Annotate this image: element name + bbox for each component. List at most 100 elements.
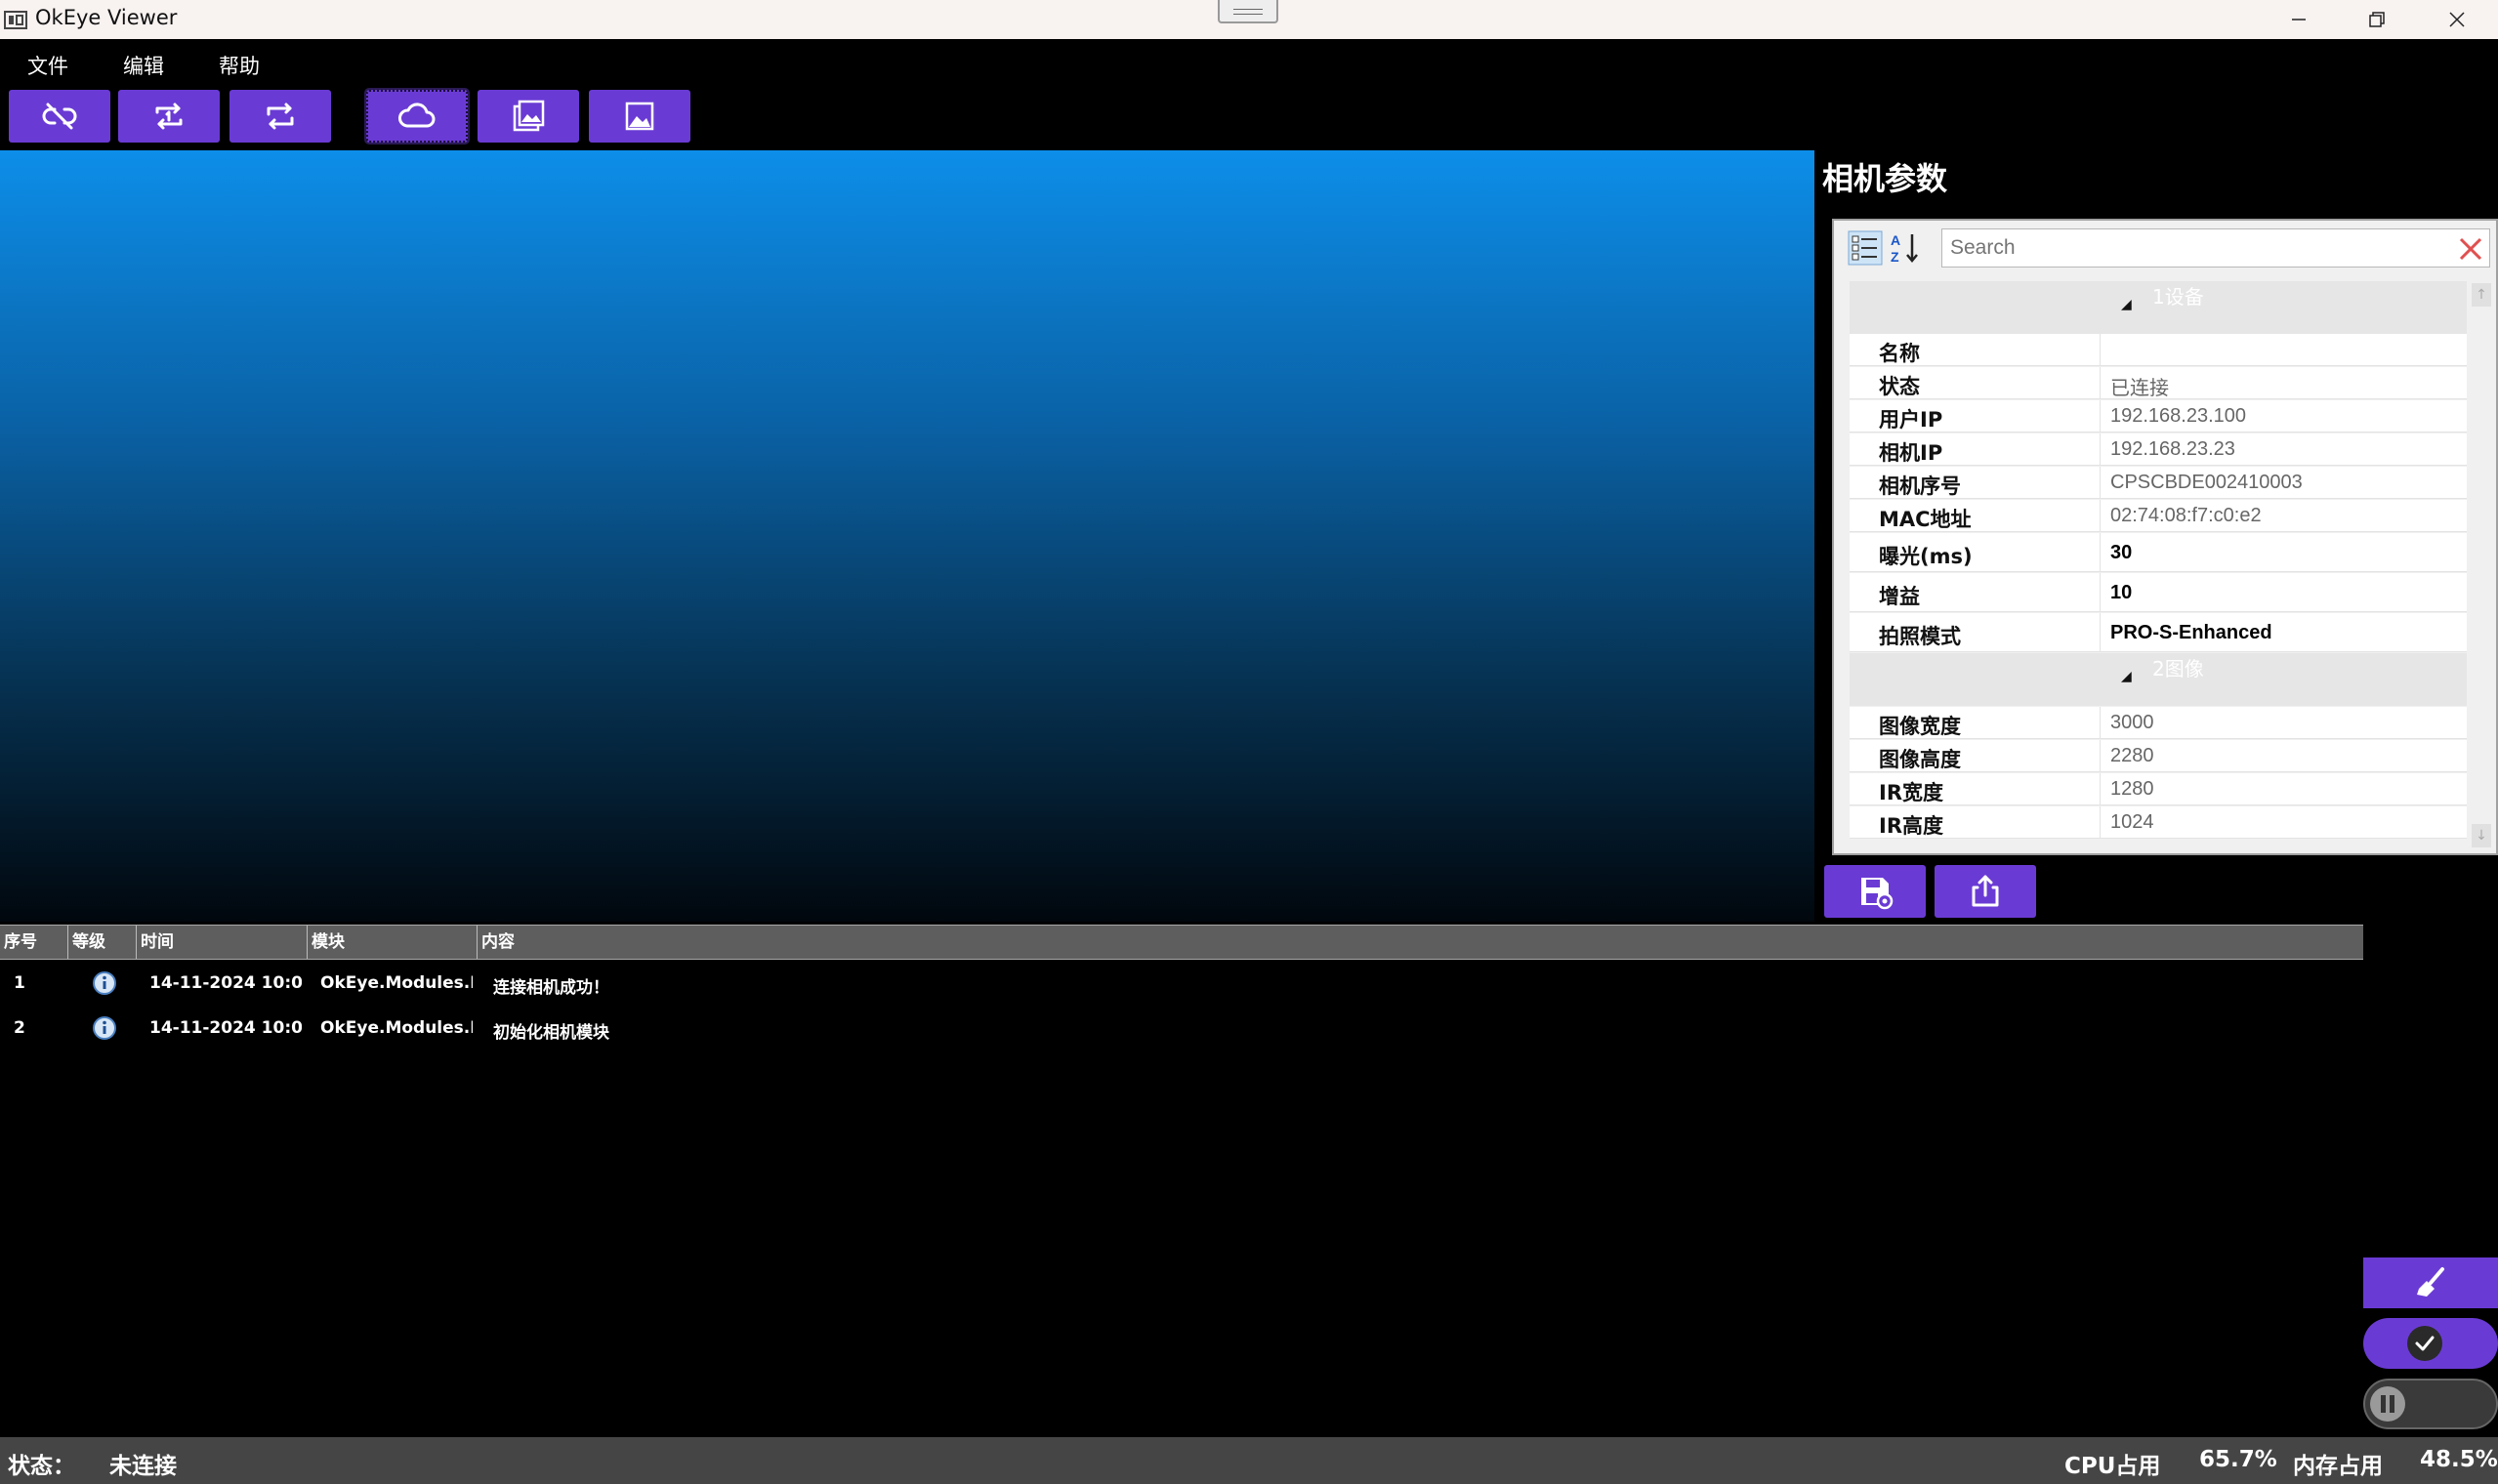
log-time: 14-11-2024 10:06:2 bbox=[149, 973, 302, 993]
property-row[interactable]: 名称 bbox=[1850, 334, 2467, 366]
memory-label: 内存占用 bbox=[2293, 1454, 2383, 1479]
image-button[interactable] bbox=[589, 90, 690, 143]
exposure-value[interactable]: 30 bbox=[2100, 533, 2467, 571]
app-icon bbox=[4, 11, 27, 29]
export-icon bbox=[1972, 875, 1999, 907]
search-box[interactable] bbox=[1941, 228, 2490, 268]
continuous-capture-button[interactable] bbox=[229, 90, 331, 143]
vertical-scrollbar[interactable]: ↑ ↓ bbox=[2467, 281, 2496, 853]
scroll-up-icon[interactable]: ↑ bbox=[2472, 283, 2491, 307]
check-icon bbox=[2407, 1326, 2442, 1361]
status-bar: 状态： 未连接 CPU占用 65.7% 内存占用 48.5% bbox=[0, 1437, 2498, 1484]
close-icon bbox=[2449, 12, 2465, 27]
property-value[interactable] bbox=[2100, 334, 2467, 365]
log-content: 初始化相机模块 bbox=[493, 1023, 609, 1043]
property-name: 拍照模式 bbox=[1879, 625, 1961, 648]
close-button[interactable] bbox=[2418, 0, 2496, 39]
window-drag-handle[interactable] bbox=[1218, 0, 1278, 23]
pause-icon bbox=[2370, 1386, 2405, 1422]
property-row[interactable]: 图像宽度 3000 bbox=[1850, 707, 2467, 739]
property-name: 相机序号 bbox=[1879, 474, 1961, 498]
property-row[interactable]: 增益 10 bbox=[1850, 573, 2467, 612]
continuous-capture-icon bbox=[267, 103, 294, 130]
property-grid: A Z ◢ 1设备 名称 状态 已连接 用户IP 192.168.23.100 相机… bbox=[1832, 219, 2498, 855]
cloud-icon bbox=[398, 103, 436, 128]
minimize-icon bbox=[2292, 19, 2306, 21]
property-row[interactable]: IR宽度 1280 bbox=[1850, 773, 2467, 805]
property-value: 1024 bbox=[2100, 806, 2467, 838]
panel-title: 相机参数 bbox=[1822, 160, 1948, 197]
log-row[interactable]: 1 14-11-2024 10:06:2 OkEye.Modules.Mo 连接… bbox=[0, 962, 2363, 1005]
menu-edit[interactable]: 编辑 bbox=[123, 51, 164, 80]
auto-scroll-toggle[interactable] bbox=[2363, 1318, 2498, 1369]
log-module: OkEye.Modules.Mo bbox=[320, 1018, 473, 1038]
log-index: 2 bbox=[14, 1018, 25, 1038]
restore-icon bbox=[2369, 12, 2385, 27]
gain-value[interactable]: 10 bbox=[2100, 573, 2467, 611]
property-value: 已连接 bbox=[2100, 367, 2467, 399]
property-row[interactable]: 拍照模式 PRO-S-Enhanced bbox=[1850, 613, 2467, 652]
image-gallery-icon bbox=[513, 100, 545, 132]
single-capture-button[interactable] bbox=[118, 90, 220, 143]
disconnect-button[interactable] bbox=[9, 90, 110, 143]
property-value: 2280 bbox=[2100, 740, 2467, 771]
clear-search-icon[interactable] bbox=[2458, 236, 2483, 262]
property-row[interactable]: 状态 已连接 bbox=[1850, 367, 2467, 399]
property-name: 图像高度 bbox=[1879, 748, 1961, 771]
property-name: 用户IP bbox=[1879, 408, 1943, 432]
column-header-content[interactable]: 内容 bbox=[478, 926, 2363, 959]
collapse-triangle-icon[interactable]: ◢ bbox=[2121, 669, 2132, 684]
pause-toggle[interactable] bbox=[2363, 1379, 2498, 1429]
connection-status: 未连接 bbox=[109, 1454, 177, 1479]
restore-button[interactable] bbox=[2338, 0, 2416, 39]
property-row[interactable]: MAC地址 02:74:08:f7:c0:e2 bbox=[1850, 500, 2467, 532]
log-module: OkEye.Modules.Mo bbox=[320, 973, 473, 993]
camera-view[interactable] bbox=[0, 150, 1814, 922]
category-label: 2图像 bbox=[2152, 657, 2204, 680]
column-header-level[interactable]: 等级 bbox=[68, 926, 137, 959]
menu-file[interactable]: 文件 bbox=[27, 51, 68, 80]
save-settings-button[interactable] bbox=[1824, 865, 1926, 918]
sort-alphabetical-icon[interactable]: A Z bbox=[1889, 230, 1924, 266]
property-name: 增益 bbox=[1879, 585, 1920, 608]
column-header-module[interactable]: 模块 bbox=[308, 926, 478, 959]
capture-mode-value[interactable]: PRO-S-Enhanced bbox=[2100, 613, 2467, 651]
property-row[interactable]: 相机IP 192.168.23.23 bbox=[1850, 433, 2467, 466]
property-row[interactable]: 图像高度 2280 bbox=[1850, 740, 2467, 772]
property-row[interactable]: 相机序号 CPSCBDE002410003 bbox=[1850, 467, 2467, 499]
property-row[interactable]: 用户IP 192.168.23.100 bbox=[1850, 400, 2467, 433]
property-name: 图像宽度 bbox=[1879, 715, 1961, 738]
image-gallery-button[interactable] bbox=[478, 90, 579, 143]
property-name: 曝光(ms) bbox=[1879, 545, 1973, 568]
column-header-index[interactable]: 序号 bbox=[0, 926, 68, 959]
property-row[interactable]: 曝光(ms) 30 bbox=[1850, 533, 2467, 572]
scroll-down-icon[interactable]: ↓ bbox=[2472, 824, 2491, 847]
clear-log-button[interactable] bbox=[2363, 1257, 2498, 1308]
collapse-triangle-icon[interactable]: ◢ bbox=[2121, 297, 2132, 312]
window-title: OkEye Viewer bbox=[35, 6, 178, 29]
property-name: IR宽度 bbox=[1879, 781, 1943, 804]
property-value: 02:74:08:f7:c0:e2 bbox=[2100, 500, 2467, 531]
category-device[interactable]: ◢ 1设备 bbox=[1850, 281, 2467, 334]
single-capture-icon bbox=[155, 103, 183, 130]
info-icon bbox=[93, 1016, 116, 1040]
category-image[interactable]: ◢ 2图像 bbox=[1850, 653, 2467, 706]
info-icon bbox=[93, 971, 116, 995]
categorized-view-icon[interactable] bbox=[1848, 230, 1883, 266]
property-row[interactable]: IR高度 1024 bbox=[1850, 806, 2467, 839]
category-label: 1设备 bbox=[2152, 285, 2204, 309]
property-grid-toolbar: A Z bbox=[1834, 221, 2496, 281]
property-value: 3000 bbox=[2100, 707, 2467, 738]
minimize-button[interactable] bbox=[2260, 0, 2338, 39]
property-value: 1280 bbox=[2100, 773, 2467, 804]
search-input[interactable] bbox=[1942, 229, 2421, 267]
broom-icon bbox=[2417, 1267, 2444, 1297]
cloud-button[interactable] bbox=[364, 88, 470, 144]
column-header-time[interactable]: 时间 bbox=[137, 926, 308, 959]
property-name: IR高度 bbox=[1879, 814, 1943, 838]
log-row[interactable]: 2 14-11-2024 10:06:2 OkEye.Modules.Mo 初始… bbox=[0, 1007, 2363, 1050]
export-button[interactable] bbox=[1935, 865, 2036, 918]
status-label: 状态： bbox=[8, 1454, 75, 1479]
property-value: CPSCBDE002410003 bbox=[2100, 467, 2467, 498]
menu-help[interactable]: 帮助 bbox=[219, 51, 260, 80]
